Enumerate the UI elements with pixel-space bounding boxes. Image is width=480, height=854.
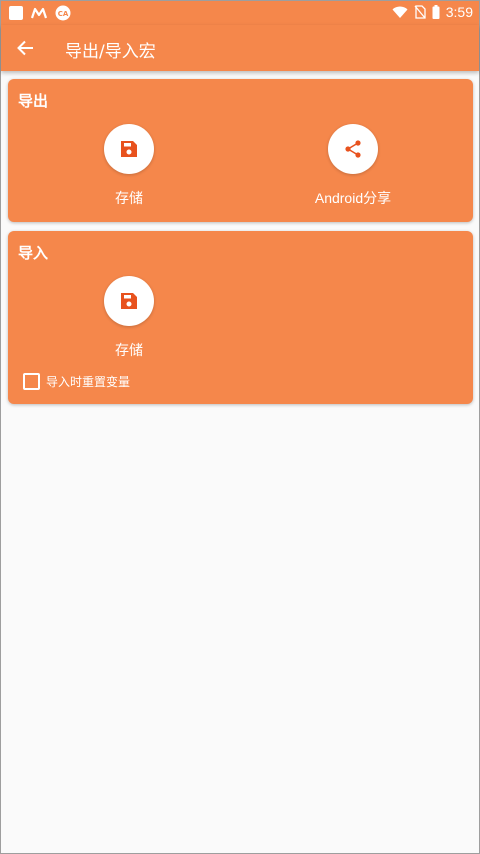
notification-square-icon — [9, 6, 23, 20]
wifi-icon — [392, 6, 408, 18]
status-bar-left: CA — [9, 5, 71, 21]
status-time: 3:59 — [445, 4, 473, 20]
svg-text:CA: CA — [58, 10, 69, 18]
reset-variables-checkbox[interactable] — [23, 373, 40, 390]
share-icon — [345, 140, 361, 158]
export-storage-circle[interactable] — [104, 124, 154, 174]
import-storage-label: 存储 — [115, 342, 143, 358]
save-icon — [121, 293, 137, 309]
android-share-button[interactable]: Android分享 — [273, 124, 433, 208]
reset-variables-label: 导入时重置变量 — [46, 375, 131, 389]
import-storage-button[interactable]: 存储 — [49, 276, 209, 360]
import-card: 导入 存储 导入时重置变量 — [8, 231, 473, 404]
battery-icon — [432, 5, 440, 19]
arrow-back-icon — [17, 40, 33, 56]
android-share-label: Android分享 — [314, 190, 392, 206]
export-storage-label: 存储 — [115, 190, 143, 206]
app-bar: 导出/导入宏 — [1, 25, 479, 71]
export-card: 导出 存储 Android分享 — [8, 79, 473, 222]
status-bar: CA 3:59 — [1, 1, 479, 25]
back-button[interactable] — [13, 36, 37, 60]
import-storage-circle[interactable] — [104, 276, 154, 326]
save-icon — [121, 141, 137, 157]
export-storage-button[interactable]: 存储 — [49, 124, 209, 208]
reset-variables-checkbox-row[interactable]: 导入时重置变量 — [23, 373, 130, 390]
import-card-title: 导入 — [18, 244, 49, 262]
page-title: 导出/导入宏 — [65, 42, 156, 62]
m-app-icon — [31, 7, 47, 19]
no-sim-icon — [414, 5, 426, 19]
ca-app-icon: CA — [55, 5, 71, 21]
android-share-circle[interactable] — [328, 124, 378, 174]
status-bar-right: 3:59 — [392, 4, 473, 20]
export-card-title: 导出 — [18, 92, 49, 110]
